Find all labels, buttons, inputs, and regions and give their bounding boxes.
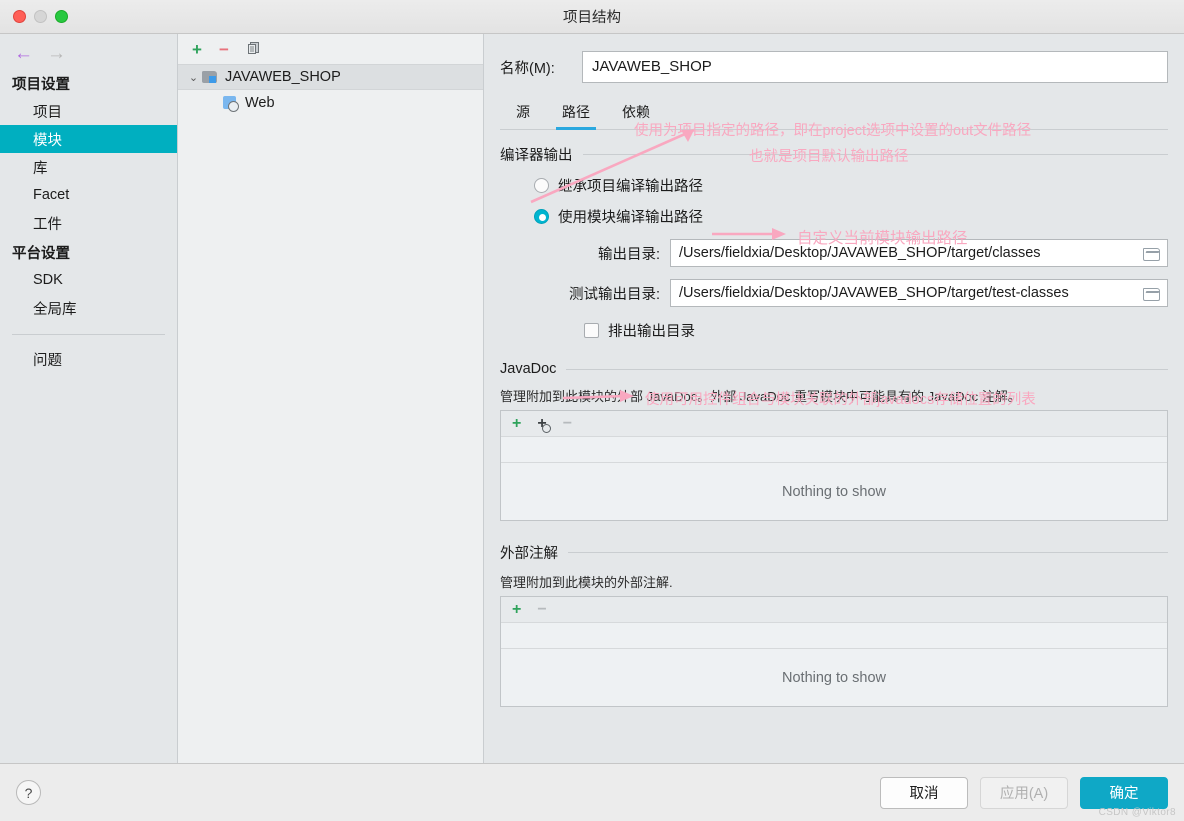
- browse-folder-icon[interactable]: [1143, 246, 1161, 261]
- module-name-label: 名称(M):: [500, 60, 555, 77]
- dialog-footer: ? 取消 应用(A) 确定 CSDN @Viktor8: [0, 763, 1184, 821]
- output-path-label: 输出目录:: [597, 246, 660, 263]
- browse-folder-icon[interactable]: [1143, 286, 1161, 301]
- javadoc-title: JavaDoc: [500, 361, 557, 377]
- radio-label: 使用模块编译输出路径: [558, 210, 703, 226]
- folder-module-icon: [202, 70, 219, 84]
- javadoc-listbox: + + − Nothing to show: [500, 410, 1168, 521]
- output-path-row: 输出目录: /Users/fieldxia/Desktop/JAVAWEB_SH…: [500, 239, 1168, 267]
- tab-dependencies[interactable]: 依赖: [606, 97, 666, 129]
- sidebar-item-libraries[interactable]: 库: [0, 153, 177, 181]
- tree-node-web[interactable]: Web: [178, 90, 483, 116]
- output-path-value: /Users/fieldxia/Desktop/JAVAWEB_SHOP/tar…: [679, 245, 1041, 261]
- window-controls: [0, 10, 68, 23]
- radio-button-selected[interactable]: [534, 209, 549, 224]
- exclude-output-label: 排出输出目录: [608, 324, 695, 340]
- cancel-button[interactable]: 取消: [880, 776, 968, 809]
- remove-javadoc-icon[interactable]: −: [563, 415, 572, 432]
- add-module-icon[interactable]: +: [192, 41, 202, 58]
- javadoc-empty-state: Nothing to show: [501, 463, 1167, 520]
- tree-node-label: Web: [245, 95, 275, 111]
- window-title: 项目结构: [563, 10, 621, 26]
- javadoc-header: JavaDoc: [500, 361, 1168, 377]
- sidebar-group-platform-settings: 平台设置: [12, 246, 70, 262]
- external-annotations-toolbar: + −: [501, 597, 1167, 623]
- copy-module-icon[interactable]: [246, 40, 261, 58]
- sidebar-divider: [12, 334, 165, 335]
- minimize-button[interactable]: [34, 10, 47, 23]
- external-annotations-section: 外部注解 管理附加到此模块的外部注解. + − Nothing to show: [500, 542, 1168, 707]
- test-output-path-label: 测试输出目录:: [568, 286, 660, 303]
- radio-button[interactable]: [534, 178, 549, 193]
- sidebar-nav: ← →: [0, 38, 177, 68]
- javadoc-list-header: [501, 437, 1167, 463]
- watermark: CSDN @Viktor8: [1098, 807, 1176, 818]
- close-button[interactable]: [13, 10, 26, 23]
- external-annotations-list-header: [501, 623, 1167, 649]
- module-name-row: 名称(M): JAVAWEB_SHOP: [500, 50, 1168, 84]
- module-tabs: 源 路径 依赖: [500, 97, 1168, 130]
- sidebar-item-problems[interactable]: 问题: [0, 345, 177, 373]
- back-arrow-icon[interactable]: ←: [14, 44, 33, 63]
- section-divider: [566, 368, 1168, 370]
- web-facet-icon: [222, 96, 239, 112]
- sidebar-item-project[interactable]: 项目: [0, 97, 177, 125]
- settings-sidebar: ← → 项目设置 项目 模块 库 Facet 工件 平台设置 SDK 全局库 问…: [0, 34, 178, 763]
- module-tree-panel: + − ⌄ JAVAWEB_SHOP Web: [178, 34, 484, 763]
- chevron-down-icon[interactable]: ⌄: [185, 71, 202, 84]
- external-annotations-description: 管理附加到此模块的外部注解.: [500, 575, 673, 590]
- sidebar-group-project-settings: 项目设置: [12, 77, 70, 93]
- radio-inherit-project-output[interactable]: 继承项目编译输出路径: [534, 175, 1168, 196]
- project-structure-dialog: 项目结构 ← → 项目设置 项目 模块 库 Facet 工件 平台设置 SDK …: [0, 0, 1184, 821]
- test-output-path-input[interactable]: /Users/fieldxia/Desktop/JAVAWEB_SHOP/tar…: [670, 279, 1168, 307]
- external-annotations-listbox: + − Nothing to show: [500, 596, 1168, 707]
- module-tree-toolbar: + −: [178, 34, 483, 64]
- section-divider: [568, 552, 1168, 553]
- zoom-button[interactable]: [55, 10, 68, 23]
- title-bar: 项目结构: [0, 0, 1184, 34]
- javadoc-section: JavaDoc 管理附加到此模块的外部 JavaDoc。外部 JavaDoc 重…: [500, 361, 1168, 521]
- test-output-path-value: /Users/fieldxia/Desktop/JAVAWEB_SHOP/tar…: [679, 285, 1069, 301]
- javadoc-description: 管理附加到此模块的外部 JavaDoc。外部 JavaDoc 重写模块中可能具有…: [500, 389, 1021, 404]
- sidebar-item-global-libraries[interactable]: 全局库: [0, 294, 177, 322]
- add-annotation-icon[interactable]: +: [512, 601, 521, 618]
- remove-annotation-icon[interactable]: −: [537, 601, 546, 618]
- sidebar-item-modules[interactable]: 模块: [0, 125, 177, 153]
- ok-button[interactable]: 确定: [1080, 776, 1168, 809]
- add-javadoc-url-icon[interactable]: +: [537, 415, 552, 433]
- sidebar-item-facets[interactable]: Facet: [0, 181, 177, 209]
- forward-arrow-icon[interactable]: →: [47, 44, 66, 63]
- sidebar-item-artifacts[interactable]: 工件: [0, 209, 177, 237]
- external-annotations-empty-state: Nothing to show: [501, 649, 1167, 706]
- tree-node-javaweb-shop[interactable]: ⌄ JAVAWEB_SHOP: [178, 64, 483, 90]
- module-name-input[interactable]: JAVAWEB_SHOP: [582, 51, 1168, 83]
- remove-module-icon[interactable]: −: [219, 41, 229, 58]
- module-detail-panel: 名称(M): JAVAWEB_SHOP 源 路径 依赖 编译器输出 继承项目编译…: [484, 34, 1184, 763]
- dialog-body: ← → 项目设置 项目 模块 库 Facet 工件 平台设置 SDK 全局库 问…: [0, 34, 1184, 763]
- exclude-output-checkbox[interactable]: [584, 323, 599, 338]
- compiler-output-section: 编译器输出 继承项目编译输出路径 使用模块编译输出路径 输出目录: /Users…: [500, 144, 1168, 341]
- compiler-output-header: 编译器输出: [500, 144, 1168, 165]
- help-button[interactable]: ?: [16, 780, 41, 805]
- apply-button[interactable]: 应用(A): [980, 776, 1068, 809]
- tab-paths[interactable]: 路径: [546, 97, 606, 130]
- tree-node-label: JAVAWEB_SHOP: [225, 69, 341, 85]
- module-tree: ⌄ JAVAWEB_SHOP Web: [178, 64, 483, 763]
- exclude-output-paths-row[interactable]: 排出输出目录: [500, 320, 1168, 341]
- radio-use-module-output[interactable]: 使用模块编译输出路径: [534, 206, 1168, 227]
- output-path-input[interactable]: /Users/fieldxia/Desktop/JAVAWEB_SHOP/tar…: [670, 239, 1168, 267]
- add-javadoc-icon[interactable]: +: [512, 415, 521, 432]
- compiler-output-title: 编译器输出: [500, 148, 573, 164]
- test-output-path-row: 测试输出目录: /Users/fieldxia/Desktop/JAVAWEB_…: [500, 279, 1168, 307]
- external-annotations-header: 外部注解: [500, 542, 1168, 563]
- tab-sources[interactable]: 源: [500, 97, 546, 129]
- external-annotations-title: 外部注解: [500, 546, 558, 562]
- sidebar-item-sdks[interactable]: SDK: [0, 266, 177, 294]
- radio-label: 继承项目编译输出路径: [558, 179, 703, 195]
- section-divider: [582, 154, 1168, 155]
- javadoc-toolbar: + + −: [501, 411, 1167, 437]
